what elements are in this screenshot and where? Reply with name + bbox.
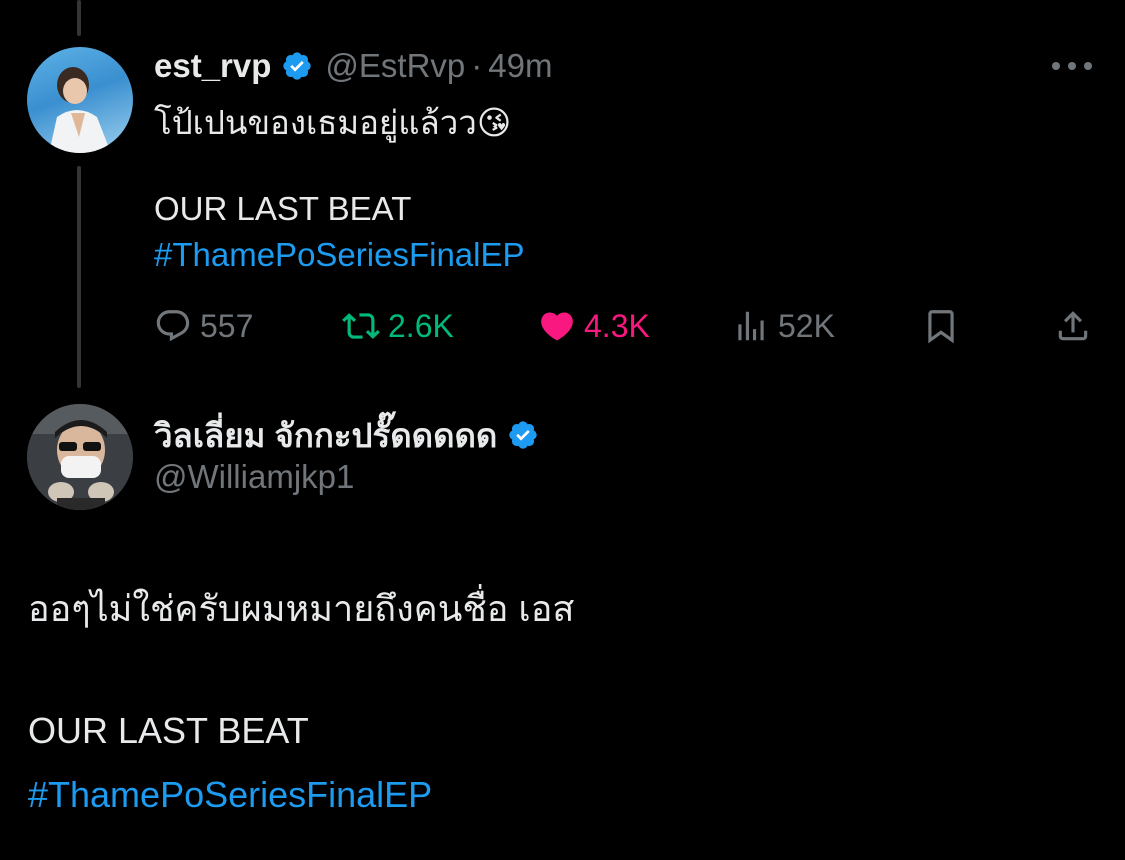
views-button[interactable]: 52K	[732, 302, 835, 350]
tweet1-hashtag[interactable]: #ThamePoSeriesFinalEP	[154, 236, 525, 274]
share-icon	[1058, 311, 1088, 341]
reply-button[interactable]: 557	[154, 302, 253, 350]
tweet2-header: วิลเลี่ยม จักกะปรั๊ดดดดด	[154, 413, 539, 457]
tweet2-hashtag[interactable]: #ThamePoSeriesFinalEP	[28, 774, 432, 816]
thread-line-top	[77, 0, 81, 36]
avatar-image	[49, 67, 111, 153]
tweet1-text: โป้เปนของเธมอยู่แล้วว😘	[154, 104, 512, 141]
thread-line-mid	[77, 166, 81, 388]
retweet-count: 2.6K	[388, 307, 454, 344]
heart-icon	[541, 312, 573, 341]
tweet2-text: ออๆไม่ใช่ครับผมหมายถึงคนชื่อ เอส	[28, 588, 575, 629]
display-name[interactable]: est_rvp	[154, 47, 271, 85]
avatar-image	[27, 404, 133, 510]
view-count: 52K	[778, 307, 835, 344]
tweet-avatar-est[interactable]	[27, 47, 133, 153]
dot-separator: ·	[471, 47, 483, 84]
tweet1-actions: 557 2.6K 4.3K 52K	[154, 302, 1094, 350]
bookmark-button[interactable]	[922, 302, 968, 350]
views-icon	[738, 311, 764, 341]
bookmark-icon	[928, 310, 954, 344]
reply-icon	[156, 310, 190, 342]
tweet1-line2: OUR LAST BEAT	[154, 190, 412, 227]
like-button[interactable]: 4.3K	[538, 302, 650, 350]
timestamp[interactable]: 49m	[488, 47, 552, 85]
handle[interactable]: @Williamjkp1	[154, 458, 354, 496]
display-name[interactable]: วิลเลี่ยม จักกะปรั๊ดดดดด	[154, 409, 497, 462]
more-horizontal-icon[interactable]	[1052, 56, 1092, 76]
like-count: 4.3K	[584, 307, 650, 344]
retweet-icon	[342, 313, 380, 339]
verified-badge-icon	[281, 50, 313, 82]
tweet-avatar-william[interactable]	[27, 404, 133, 510]
tweet2-line2: OUR LAST BEAT	[28, 710, 309, 751]
verified-badge-icon	[507, 419, 539, 451]
retweet-button[interactable]: 2.6K	[342, 302, 454, 350]
reply-count: 557	[200, 307, 254, 344]
tweet1-header: est_rvp @EstRvp · 49m	[154, 44, 552, 88]
handle[interactable]: @EstRvp	[325, 47, 465, 85]
share-button[interactable]	[1054, 302, 1100, 350]
